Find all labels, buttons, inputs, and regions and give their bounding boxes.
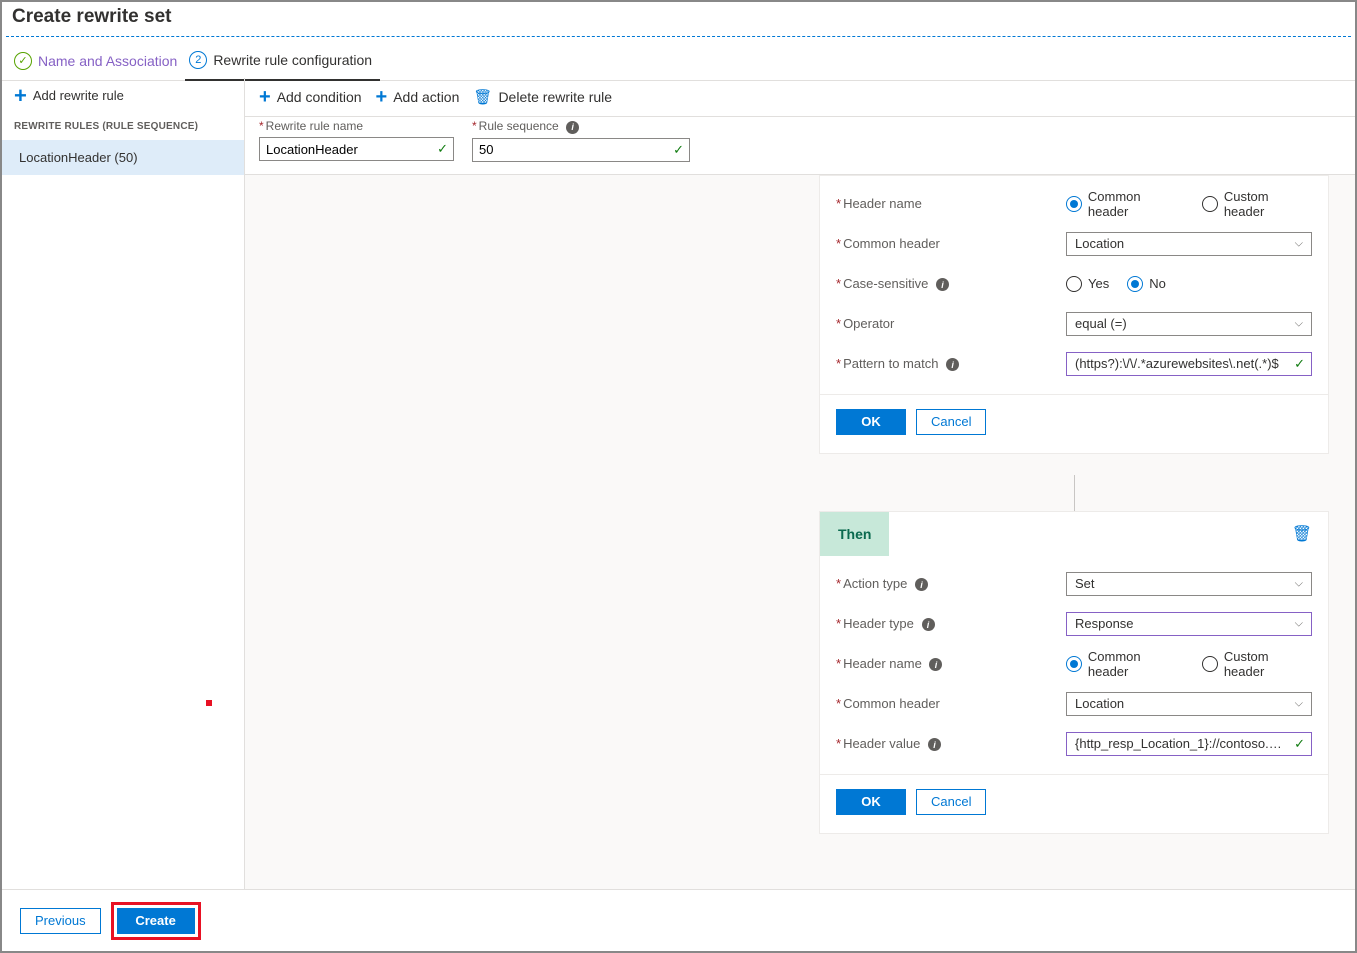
cancel-button[interactable]: Cancel [916,409,986,435]
radio-custom-header[interactable]: Custom header [1202,649,1312,679]
info-icon[interactable]: i [929,658,942,671]
connector-line [1074,475,1075,511]
header-type-label: *Header type i [836,616,1066,632]
cancel-button[interactable]: Cancel [916,789,986,815]
delete-rule-button[interactable]: 🗑 Delete rewrite rule [473,88,612,106]
ok-button[interactable]: OK [836,789,906,815]
chevron-down-icon: ⌵ [1295,697,1303,710]
check-icon: ✓ [14,52,32,70]
plus-icon: + [14,89,27,103]
add-action-button[interactable]: + Add action [376,89,460,105]
rule-seq-label: *Rule sequence i [472,119,690,134]
add-action-label: Add action [393,89,459,105]
add-rewrite-rule-button[interactable]: + Add rewrite rule [2,78,244,113]
content-area: *Header name Common header Custom header… [245,175,1355,890]
radio-common-header[interactable]: Common header [1066,189,1184,219]
add-condition-button[interactable]: + Add condition [259,89,362,105]
common-header-label: *Common header [836,236,1066,251]
delete-rule-label: Delete rewrite rule [498,89,612,105]
check-icon: ✓ [673,142,684,158]
action-type-label: *Action type i [836,576,1066,592]
rule-header-form: *Rewrite rule name ✓ *Rule sequence i ✓ [245,117,1355,175]
trash-icon: 🗑 [473,88,492,106]
common-header-label: *Common header [836,696,1066,711]
action-type-select[interactable]: Set⌵ [1066,572,1312,596]
info-icon[interactable]: i [928,738,941,751]
add-condition-label: Add condition [277,89,362,105]
radio-no[interactable]: No [1127,276,1166,292]
check-icon: ✓ [1294,736,1305,752]
create-highlight: Create [111,902,201,940]
check-icon: ✓ [437,141,448,157]
action-panel: Then 🗑 *Action type i Set⌵ *Header type … [819,511,1329,834]
info-icon[interactable]: i [946,358,959,371]
radio-yes[interactable]: Yes [1066,276,1109,292]
delete-action-button[interactable]: 🗑 [1292,512,1312,544]
chevron-down-icon: ⌵ [1295,317,1303,330]
radio-custom-header[interactable]: Custom header [1202,189,1312,219]
previous-button[interactable]: Previous [20,908,101,934]
rule-seq-input[interactable] [472,138,690,162]
add-rule-label: Add rewrite rule [33,88,124,103]
plus-icon: + [376,90,388,104]
sidebar: + Add rewrite rule REWRITE RULES (RULE S… [2,78,245,889]
ok-button[interactable]: OK [836,409,906,435]
then-badge: Then [820,512,889,556]
rule-name-label: *Rewrite rule name [259,119,454,133]
operator-select[interactable]: equal (=)⌵ [1066,312,1312,336]
case-sensitive-label: *Case-sensitive i [836,276,1066,292]
header-value-input[interactable]: {http_resp_Location_1}://contoso.com{htt… [1066,732,1312,756]
step-rewrite-config[interactable]: 2 Rewrite rule configuration [185,41,380,81]
page-title: Create rewrite set [2,2,1355,36]
create-button[interactable]: Create [117,908,195,934]
chevron-down-icon: ⌵ [1295,237,1303,250]
step-number-icon: 2 [189,51,207,69]
header-type-select[interactable]: Response⌵ [1066,612,1312,636]
info-icon[interactable]: i [922,618,935,631]
rule-item-locationheader[interactable]: LocationHeader (50) [2,140,244,175]
chevron-down-icon: ⌵ [1295,617,1303,630]
divider [6,36,1351,37]
step-label: Rewrite rule configuration [213,52,372,68]
info-icon[interactable]: i [566,121,579,134]
info-icon[interactable]: i [915,578,928,591]
wizard-steps: ✓ Name and Association 2 Rewrite rule co… [2,41,1355,81]
step-label: Name and Association [38,53,177,69]
chevron-down-icon: ⌵ [1295,577,1303,590]
check-icon: ✓ [1294,356,1305,372]
pattern-input[interactable]: (https?):\/\/.*azurewebsites\.net(.*)$✓ [1066,352,1312,376]
operator-label: *Operator [836,316,1066,331]
info-icon[interactable]: i [936,278,949,291]
rules-header: REWRITE RULES (RULE SEQUENCE) [2,113,244,140]
header-name-label: *Header name [836,196,1066,211]
pattern-label: *Pattern to match i [836,356,1066,372]
red-marker [206,700,212,706]
header-value-label: *Header value i [836,736,1066,752]
condition-panel: *Header name Common header Custom header… [819,175,1329,454]
plus-icon: + [259,90,271,104]
common-header-select[interactable]: Location⌵ [1066,232,1312,256]
radio-common-header[interactable]: Common header [1066,649,1184,679]
rule-name-input[interactable] [259,137,454,161]
step-name-association[interactable]: ✓ Name and Association [10,42,185,80]
common-header-select[interactable]: Location⌵ [1066,692,1312,716]
toolbar: + Add condition + Add action 🗑 Delete re… [245,78,1355,117]
header-name-label: *Header name i [836,656,1066,672]
footer: Previous Create [2,889,1355,951]
